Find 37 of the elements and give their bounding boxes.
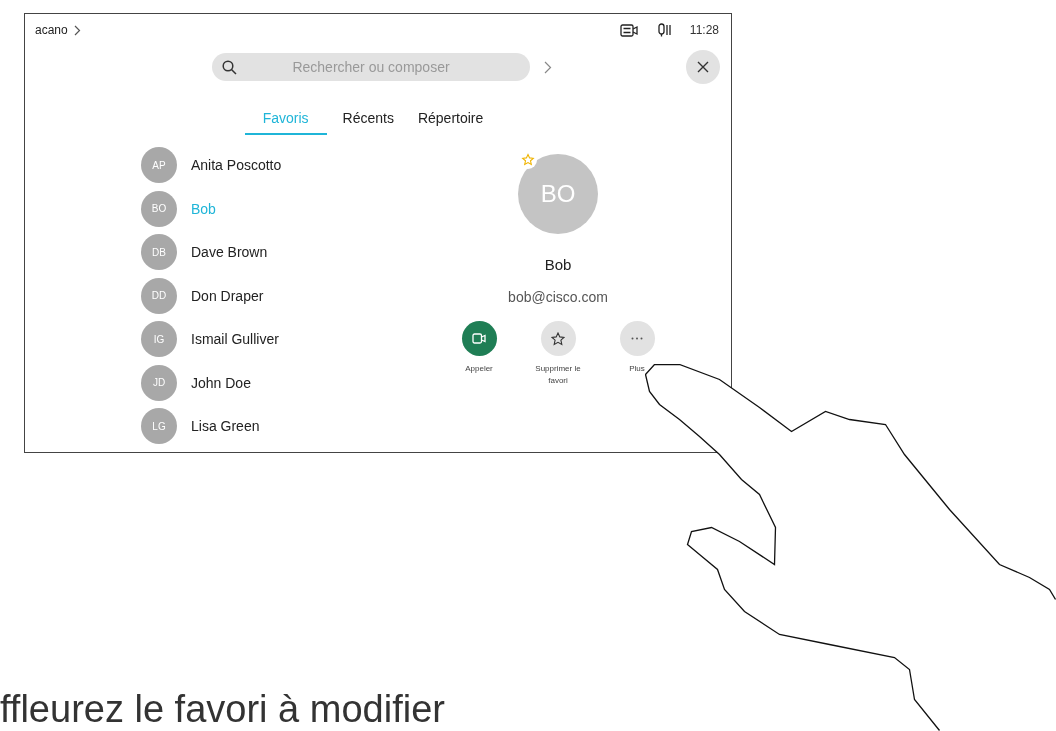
star-icon <box>551 331 565 346</box>
avatar-initials: BO <box>518 154 598 234</box>
action-label: Appeler <box>465 363 493 375</box>
camera-settings-icon[interactable] <box>619 23 638 37</box>
contact-name: Bob <box>544 256 572 273</box>
action-label: Supprimer le favori <box>534 363 582 387</box>
more-icon <box>631 337 643 340</box>
contact-name[interactable]: Anita Poscotto <box>191 157 282 174</box>
avatar-initials: DD <box>141 277 177 314</box>
contact-name[interactable]: John Doe <box>191 374 251 391</box>
search-icon <box>222 60 237 75</box>
microphone-icon[interactable] <box>657 23 672 37</box>
tab[interactable]: Récents <box>334 106 402 135</box>
avatar-initials: JD <box>141 364 177 401</box>
instruction-caption: ffleurez le favori à modifier <box>0 690 445 728</box>
avatar-initials: AP <box>141 147 177 184</box>
action-label: Plus <box>629 363 645 375</box>
close-icon <box>697 61 709 73</box>
avatar-initials: LG <box>141 408 177 445</box>
chevron-right-icon <box>73 24 81 36</box>
device-name[interactable]: acano <box>35 23 68 37</box>
contact-name[interactable]: Lisa Green <box>191 418 260 435</box>
chevron-right-icon[interactable] <box>544 60 552 74</box>
avatar-initials: DB <box>141 234 177 271</box>
close-button[interactable] <box>686 50 720 84</box>
video-camera-icon <box>472 333 486 344</box>
contact-name[interactable]: Dave Brown <box>191 244 268 261</box>
tab[interactable]: Répertoire <box>409 106 492 135</box>
avatar-initials: BO <box>141 190 177 227</box>
contact-email: bob@cisco.com <box>508 289 608 305</box>
contact-name[interactable]: Ismail Gulliver <box>191 331 279 348</box>
search-field[interactable]: Rechercher ou composer <box>212 53 530 81</box>
unfavorite-button[interactable] <box>540 321 576 356</box>
avatar-initials: IG <box>141 321 177 358</box>
clock-time: 11:28 <box>689 23 719 37</box>
call-button[interactable] <box>461 321 497 356</box>
contact-name[interactable]: Don Draper <box>191 287 264 304</box>
